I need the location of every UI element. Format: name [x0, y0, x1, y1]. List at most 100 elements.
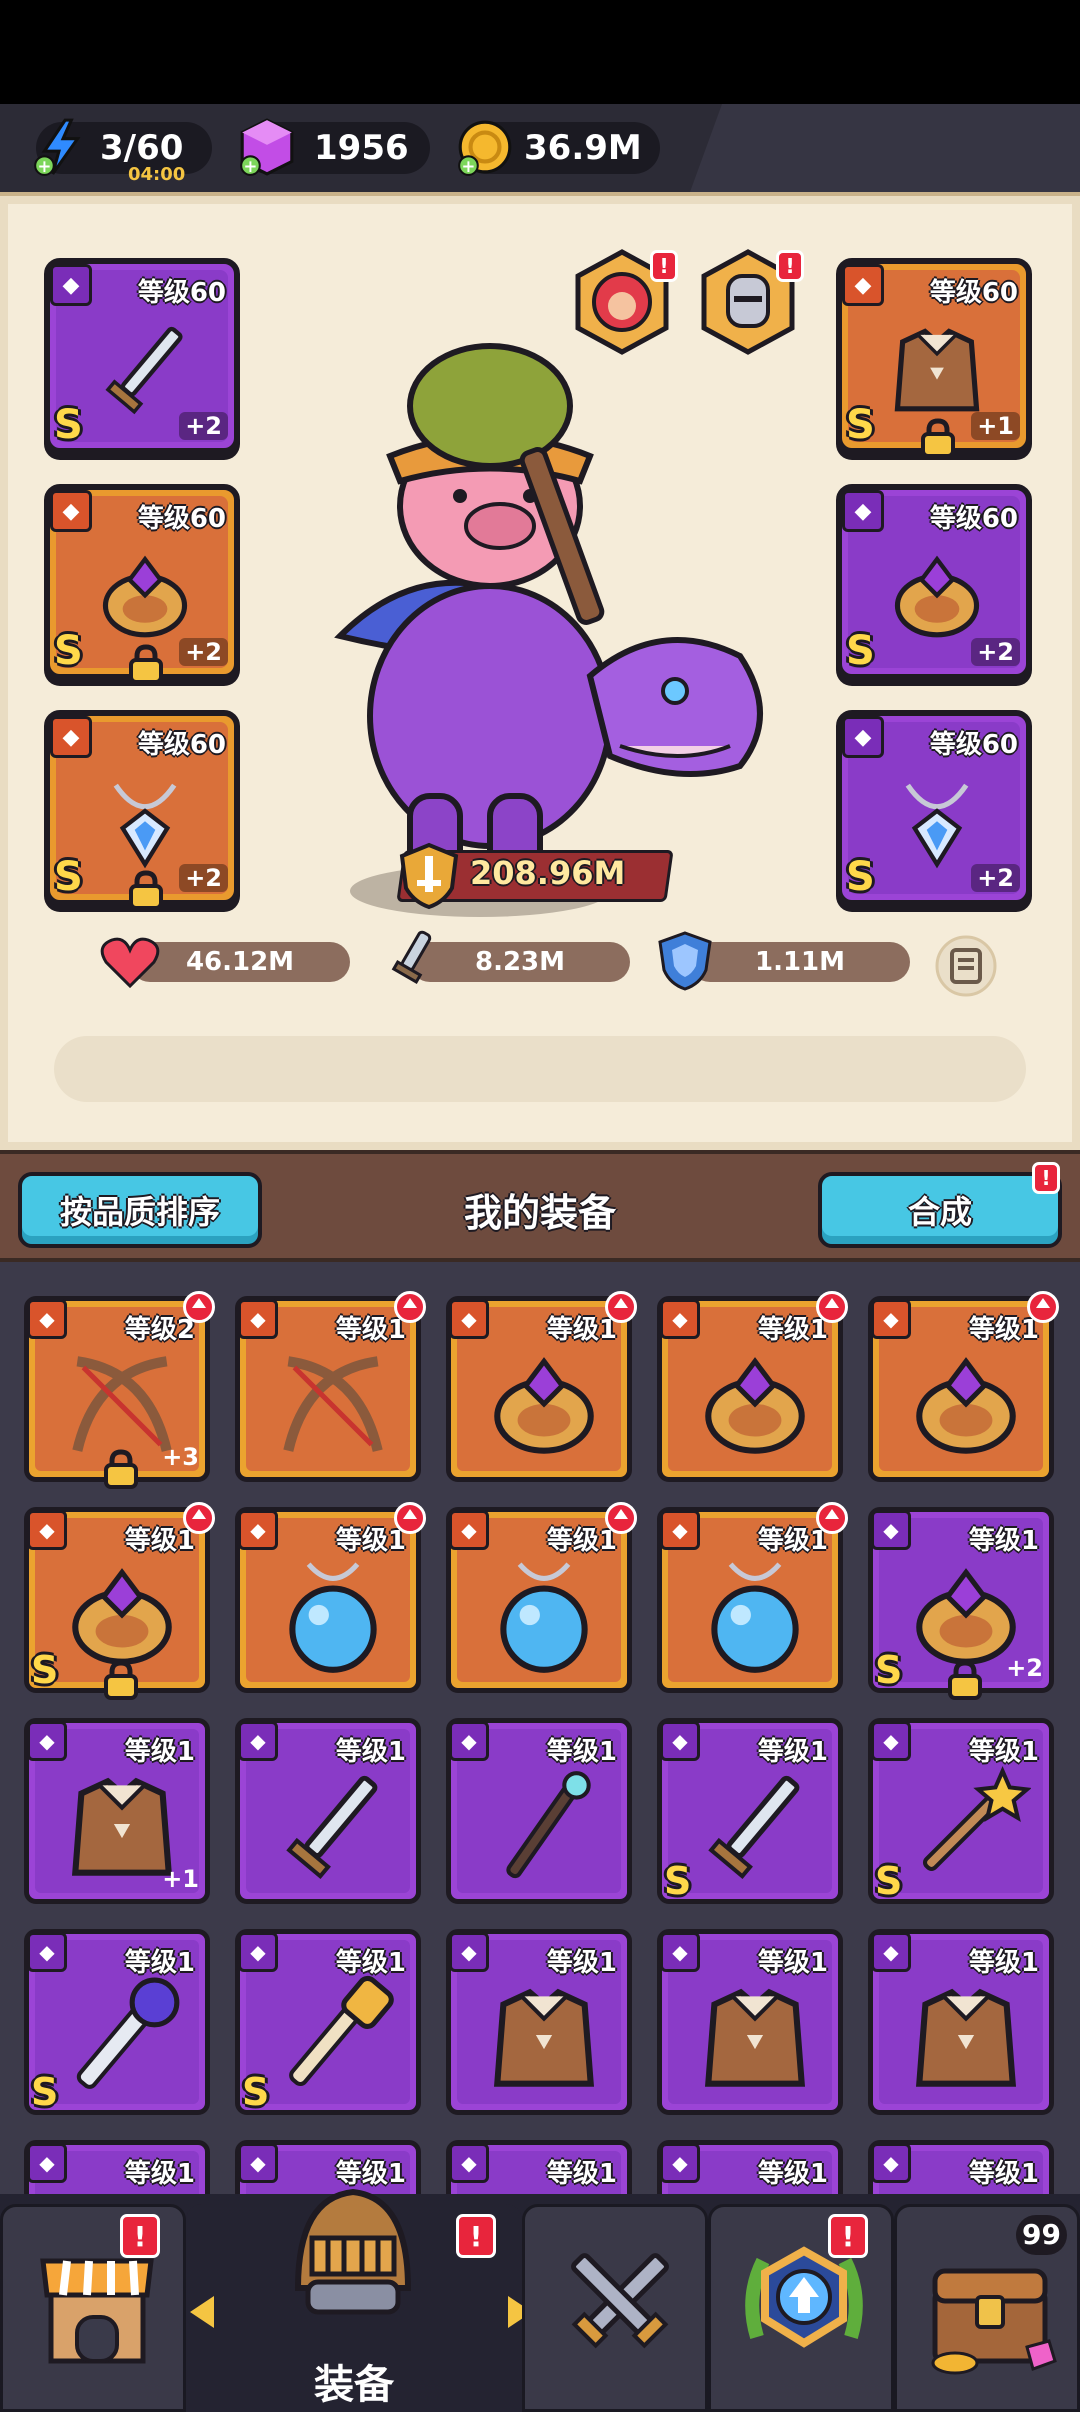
hero-nav-strip	[54, 1036, 1026, 1102]
item-grade: S	[31, 2070, 59, 2114]
gold-coin-icon: +	[458, 120, 512, 176]
equipped-slot-right-1[interactable]: ◆ 等级60 S +1	[836, 258, 1032, 458]
battle-tab[interactable]	[522, 2204, 708, 2412]
shop-alert: !	[120, 2214, 160, 2258]
sort-by-quality-button[interactable]: 按品质排序	[18, 1172, 262, 1248]
inventory-item[interactable]: ◆ 等级1	[868, 2140, 1054, 2194]
slot-level: 等级60	[137, 278, 226, 308]
item-type-badge: ◆	[660, 1299, 700, 1339]
amulet-icon	[500, 1562, 588, 1673]
gem-counter[interactable]: + 1956	[240, 118, 430, 176]
chest-tab[interactable]: 99	[894, 2204, 1080, 2412]
item-type-badge: ◆	[238, 2143, 278, 2183]
inventory-item[interactable]: ◆ 等级1	[657, 1291, 848, 1482]
inventory-item[interactable]: ◆ 等级1	[446, 2140, 632, 2194]
inventory-item[interactable]: ◆ 等级1 S	[868, 1718, 1054, 1904]
inventory-item[interactable]: ◆ 等级1	[657, 1929, 843, 2115]
item-type-badge: ◆	[449, 1721, 489, 1761]
item-type-badge: ◆	[871, 1721, 911, 1761]
inventory-item[interactable]: ◆ 等级2 +3	[24, 1291, 215, 1489]
amulet-icon	[289, 1562, 377, 1673]
inventory-item[interactable]: ◆ 等级1	[235, 1291, 426, 1482]
energy-counter[interactable]: + 3/60 04:00	[34, 118, 212, 185]
inventory-item[interactable]: ◆ 等级1	[868, 1929, 1054, 2115]
equipment-list-header: 按品质排序 我的装备 合成 !	[0, 1150, 1080, 1262]
necklace-icon	[905, 783, 969, 869]
defense-stat: 1.11M	[690, 942, 910, 982]
equipped-slot-left-1[interactable]: ◆ 等级60 S +2	[44, 258, 240, 454]
equipped-slot-left-3[interactable]: ◆ 等级60 S +2	[44, 710, 240, 910]
inventory-item[interactable]: ◆ 等级1 S	[24, 1502, 215, 1700]
inventory-item[interactable]: ◆ 等级1	[446, 1502, 637, 1693]
item-type-badge: ◆	[449, 1299, 489, 1339]
staff-icon	[506, 1771, 591, 1879]
power-shield-icon	[399, 842, 459, 910]
companion-knight-alert: !	[776, 250, 804, 282]
inventory-item[interactable]: ◆ 等级1	[657, 1502, 848, 1693]
slot-type-badge: ◆	[50, 264, 92, 306]
equipped-slot-right-3[interactable]: ◆ 等级60 S +2	[836, 710, 1032, 906]
gold-value: 36.9M	[524, 128, 642, 168]
equipment-tab-label: 装备	[314, 2362, 394, 2408]
slot-grade: S	[54, 628, 83, 674]
inventory-item[interactable]: ◆ 等级1 S	[24, 1929, 210, 2115]
bottom-nav: ! 装备 ! ! 99	[0, 2188, 1080, 2412]
item-type-badge: ◆	[449, 1510, 489, 1550]
inventory-item[interactable]: ◆ 等级1 S +2	[868, 1507, 1054, 1700]
item-type-badge: ◆	[27, 1299, 67, 1339]
inventory-item[interactable]: ◆ 等级1 +1	[24, 1718, 210, 1904]
slot-plus: +2	[179, 864, 228, 892]
inventory-item[interactable]: ◆ 等级1	[235, 1718, 421, 1904]
inventory-item[interactable]: ◆ 等级1	[657, 2140, 843, 2194]
inventory-item[interactable]: ◆ 等级1	[446, 1718, 632, 1904]
helmet-icon	[294, 2188, 412, 2315]
energy-value: 3/60	[100, 128, 184, 168]
item-plus: +3	[162, 1443, 199, 1471]
slot-grade: S	[54, 402, 83, 448]
item-type-badge: ◆	[871, 1932, 911, 1972]
hp-stat: 46.12M	[130, 942, 350, 982]
inventory-item[interactable]: ◆ 等级1	[446, 1291, 637, 1482]
item-type-badge: ◆	[660, 2143, 700, 2183]
inventory-item[interactable]: ◆ 等级1 S	[235, 1929, 421, 2115]
slot-type-badge: ◆	[842, 490, 884, 532]
item-type-badge: ◆	[660, 1932, 700, 1972]
slot-plus: +2	[179, 638, 228, 666]
prev-arrow-icon[interactable]	[186, 2292, 218, 2332]
item-type-badge: ◆	[871, 2143, 911, 2183]
slot-level: 等级60	[137, 504, 226, 534]
attack-value: 8.23M	[474, 947, 566, 977]
necklace-icon	[113, 783, 177, 869]
item-grade: S	[664, 1859, 692, 1903]
inventory-item[interactable]: ◆ 等级1	[235, 1502, 426, 1693]
item-grade: S	[875, 1648, 903, 1692]
equipped-slot-left-2[interactable]: ◆ 等级60 S +2	[44, 484, 240, 684]
upgrade-arrow-icon	[605, 1502, 637, 1534]
hero-character[interactable]	[320, 296, 790, 1016]
inventory-item[interactable]: ◆ 等级1 S	[657, 1718, 843, 1904]
equipped-slot-right-2[interactable]: ◆ 等级60 S +2	[836, 484, 1032, 680]
item-type-badge: ◆	[871, 1299, 911, 1339]
gem-value: 1956	[314, 128, 409, 168]
stats-detail-icon[interactable]	[934, 934, 998, 998]
hero-panel: ◆ 等级60 S +2 ◆ 等级60 S +2 ◆ 等级60 S +2 ◆ 等级60 S +1 ◆ 等级60 S +2…	[0, 192, 1080, 1329]
attack-stat: 8.23M	[410, 942, 630, 982]
inventory-item[interactable]: ◆ 等级1	[446, 1929, 632, 2115]
defense-value: 1.11M	[754, 947, 846, 977]
inventory-item[interactable]: ◆ 等级1	[868, 1291, 1059, 1482]
slot-level: 等级60	[137, 730, 226, 760]
item-plus: +2	[1006, 1654, 1043, 1682]
merge-button[interactable]: 合成	[818, 1172, 1062, 1248]
amulet-icon	[711, 1562, 799, 1673]
upgrade-alert: !	[828, 2214, 868, 2258]
gold-counter[interactable]: + 36.9M	[458, 120, 660, 176]
upgrade-arrow-icon	[816, 1291, 848, 1323]
lock-icon	[128, 644, 164, 684]
item-plus: +1	[162, 1865, 199, 1893]
item-type-badge: ◆	[27, 1932, 67, 1972]
item-type-badge: ◆	[238, 1510, 278, 1550]
inventory-item[interactable]: ◆ 等级1	[24, 2140, 210, 2194]
merge-alert: !	[1032, 1162, 1060, 1194]
upgrade-arrow-icon	[394, 1291, 426, 1323]
armor-icon	[57, 2185, 187, 2194]
